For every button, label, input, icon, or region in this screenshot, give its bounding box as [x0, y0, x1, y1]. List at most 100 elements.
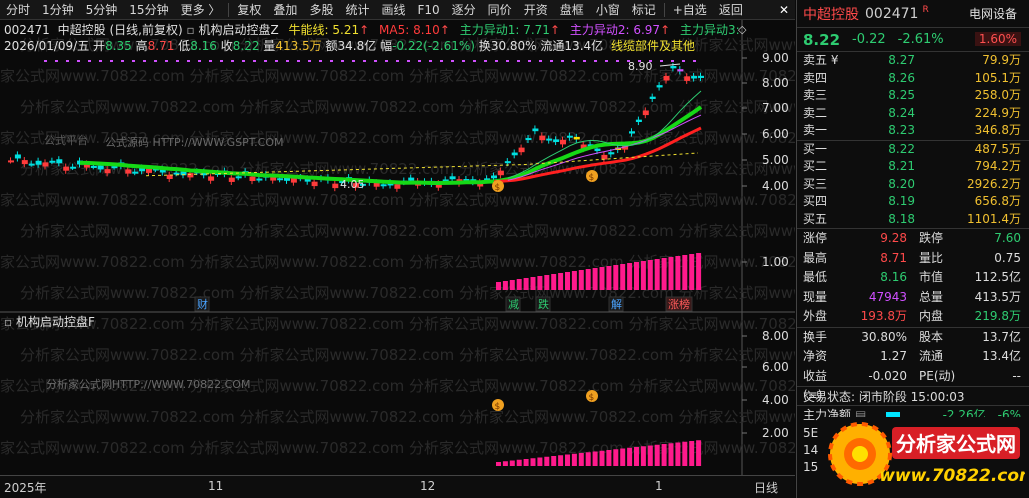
candle-body	[49, 160, 56, 163]
toolbar-item-0[interactable]: 分时	[0, 0, 36, 20]
candle-body	[249, 176, 256, 182]
toolbar-item-18[interactable]: 返回	[713, 0, 749, 20]
ma5-value: 8.10	[413, 23, 440, 37]
sub-tick-label: 4.00	[762, 393, 789, 407]
quote-stock-name[interactable]: 中超控股	[803, 4, 859, 24]
industry-label[interactable]: 线缆部件及其他	[611, 39, 695, 53]
indicator-toggle-icon[interactable]: ▫	[4, 315, 12, 329]
event-tag: 解	[611, 297, 622, 311]
brand-logo-graphic: 分析家公式网 www.70822.com	[828, 422, 1029, 486]
low-marker: 4.05	[340, 178, 365, 191]
candle-body	[491, 175, 497, 179]
candle-body	[132, 171, 139, 174]
watermark-formula-platform: 公式平台	[44, 133, 88, 147]
stat-v1: 8.71	[880, 250, 907, 265]
sub-tick-label: 8.00	[762, 329, 789, 343]
sub-indicator-name[interactable]: 机构启动控盘F	[16, 315, 95, 329]
sells-row[interactable]: 卖五 ¥ 8.27 79.9万	[797, 52, 1029, 70]
toolbar-item-3[interactable]: 15分钟	[123, 0, 174, 20]
toolbar-item-12[interactable]: 同价	[482, 0, 518, 20]
sub-bar	[606, 450, 612, 466]
toolbar-separator	[228, 2, 230, 17]
candle-body	[256, 178, 263, 181]
toolbar-item-4[interactable]: 更多 〉	[175, 0, 227, 20]
stat-row: 最高 8.71 量比 0.75	[797, 249, 1029, 269]
stat-l2: PE(动)	[919, 368, 956, 383]
sells-row[interactable]: 卖一 8.23 346.8万	[797, 122, 1029, 140]
period-selector[interactable]: 日线	[754, 479, 778, 496]
toolbar-item-6[interactable]: 叠加	[267, 0, 303, 20]
toolbar-item-9[interactable]: 画线	[375, 0, 411, 20]
candle-body	[656, 85, 663, 88]
close-icon[interactable]: ✕	[773, 3, 795, 17]
indicator-name[interactable]: 机构启动控盘Z	[198, 23, 278, 37]
buys-row[interactable]: 买四 8.19 656.8万	[797, 193, 1029, 211]
buys-row[interactable]: 买二 8.21 794.2万	[797, 158, 1029, 176]
signal-dot	[286, 60, 289, 62]
candle-body	[146, 168, 152, 173]
stat-v1: 8.16	[880, 270, 907, 284]
buys-vol: 656.8万	[974, 194, 1021, 208]
toolbar-item-16[interactable]: 标记	[626, 0, 662, 20]
close-label: 收	[220, 39, 233, 53]
buys-price: 8.18	[888, 211, 915, 226]
indicator-toggle-icon[interactable]: ▫	[187, 23, 195, 37]
candle-body	[684, 76, 691, 81]
toolbar-item-17[interactable]: +自选	[667, 0, 713, 20]
candle-body	[560, 139, 566, 145]
candle-body	[635, 119, 642, 122]
candle-body	[539, 135, 546, 141]
stat-l1: 外盘	[803, 309, 828, 323]
signal-dot	[484, 60, 487, 62]
toolbar-item-14[interactable]: 盘框	[554, 0, 590, 20]
sells-price: 8.24	[888, 105, 915, 120]
buys-row[interactable]: 买三 8.20 2926.2万	[797, 176, 1029, 194]
sub-bar	[551, 456, 557, 466]
sector-label[interactable]: 电网设备	[969, 5, 1017, 22]
sub-bar	[496, 462, 501, 466]
stat-v1: 9.28	[880, 231, 907, 245]
niu-value: 5.21	[332, 23, 360, 37]
toolbar-item-15[interactable]: 小窗	[590, 0, 626, 20]
indicator-info-line: 002471 中超控股 (日线,前复权) ▫ 机构启动控盘Z 牛能线: 5.21…	[4, 22, 742, 38]
stat-row: 净资 1.27 流通 13.4亿	[797, 347, 1029, 367]
toolbar-item-5[interactable]: 复权	[231, 0, 267, 20]
candle-body	[63, 166, 70, 171]
candle-body	[277, 178, 284, 181]
brand-logo: 分析家公式网 www.70822.com	[820, 417, 1029, 492]
chart-canvas[interactable]: 分析家公式网www.70822.com 分析家公式网www.70822.com …	[0, 20, 893, 475]
candle-body	[311, 181, 318, 187]
buys-row[interactable]: 买五 8.18 1101.4万	[797, 211, 1029, 229]
signal-dot	[330, 60, 333, 62]
turn-value: 30.80%	[490, 39, 537, 53]
toolbar-item-1[interactable]: 1分钟	[36, 0, 80, 20]
axis-label-dec: 12	[420, 479, 436, 493]
event-tag: 跌	[538, 297, 549, 311]
buys-row[interactable]: 买一 8.22 487.5万	[797, 141, 1029, 159]
candle-body	[104, 169, 111, 174]
signal-dot	[572, 60, 575, 62]
toolbar-item-13[interactable]: 开资	[518, 0, 554, 20]
toolbar-item-2[interactable]: 5分钟	[80, 0, 124, 20]
kline-chart[interactable]: 分析家公式网www.70822.com 分析家公式网www.70822.com …	[0, 20, 893, 475]
sells-row[interactable]: 卖二 8.24 224.9万	[797, 105, 1029, 123]
toolbar-item-7[interactable]: 多股	[303, 0, 339, 20]
candle-body	[566, 135, 573, 138]
toolbar-item-8[interactable]: 统计	[339, 0, 375, 20]
toolbar-item-11[interactable]: 逐分	[446, 0, 482, 20]
toolbar-item-10[interactable]: F10	[411, 0, 445, 20]
sub-bar	[544, 456, 550, 466]
volume-bar	[682, 255, 688, 290]
up-arrow-icon: ↑	[359, 23, 370, 37]
buys-price: 8.20	[888, 176, 915, 191]
sells-row[interactable]: 卖三 8.25 258.0万	[797, 87, 1029, 105]
sub-bar	[585, 452, 591, 466]
expand-icon[interactable]: ◇	[738, 23, 746, 36]
price-tick-label: 9.00	[762, 51, 789, 65]
sells-row[interactable]: 卖四 8.26 105.1万	[797, 70, 1029, 88]
candle-body	[235, 176, 242, 179]
signal-dot	[462, 60, 465, 62]
up-arrow-icon: ↑	[439, 23, 450, 37]
buys-vol: 794.2万	[974, 159, 1021, 173]
sub-bar	[696, 440, 702, 466]
